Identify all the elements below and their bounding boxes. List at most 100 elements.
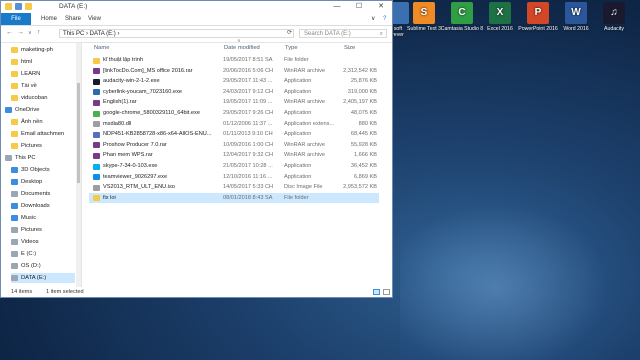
file-name: google-chrome_5800329110_64bit.exe	[103, 110, 200, 116]
file-size: 36,452 KB	[350, 163, 377, 169]
search-input[interactable]: Search DATA (E:) ⌕	[299, 29, 387, 38]
folder-icon	[93, 57, 100, 64]
up-arrow-icon[interactable]: ↑	[37, 29, 41, 36]
file-row[interactable]: NDP451-KB2858728-x86-x64-AllOS-ENU... 01/…	[89, 129, 379, 140]
file-date: 20/06/2016 5:06 CH	[223, 67, 274, 74]
nav-item[interactable]: This PC	[5, 153, 75, 163]
file-name: teamviewer_9026297.exe	[103, 173, 168, 180]
column-header-name[interactable]: Name	[94, 43, 109, 53]
drive-icon	[11, 227, 18, 233]
nav-item[interactable]: Downloads	[11, 201, 75, 211]
nav-item[interactable]: Ảnh nền	[11, 117, 75, 127]
file-size: 25,876 KB	[350, 78, 377, 85]
back-arrow-icon[interactable]: ←	[6, 29, 13, 36]
file-date: 08/01/2018 8:43 SA	[223, 194, 273, 201]
file-row[interactable]: Phan mem WPS.rar 12/04/2017 9:32 CH WinRAR…	[89, 150, 379, 161]
nav-item[interactable]: Email attachmen	[11, 129, 75, 139]
nav-item[interactable]: DATA (E:)	[11, 273, 75, 283]
folder-icon	[11, 95, 18, 101]
refresh-icon[interactable]: ⟳	[287, 29, 292, 36]
file-icon	[93, 131, 100, 138]
close-button[interactable]: ✕	[370, 1, 392, 13]
file-date: 19/05/2017 11:09 ...	[223, 99, 273, 106]
file-type: Application	[284, 110, 312, 116]
nav-item[interactable]: OneDrive	[5, 105, 75, 115]
tab-share[interactable]: Share	[65, 13, 81, 25]
file-row[interactable]: VS2013_RTM_ULT_ENU.iso 14/05/2017 5:33 CH…	[89, 182, 379, 193]
nav-item[interactable]: viducoban	[11, 93, 75, 103]
properties-icon[interactable]	[15, 3, 22, 10]
details-view-icon[interactable]	[373, 289, 380, 295]
nav-item-label: Music	[21, 215, 37, 221]
column-header-type[interactable]: Type	[285, 43, 298, 53]
nav-item[interactable]: 3D Objects	[11, 165, 75, 175]
nav-item[interactable]: Documents	[11, 189, 75, 199]
file-row[interactable]: English(1).rar 19/05/2017 11:09 ... WinRAR…	[89, 97, 379, 108]
file-name: msdia80.dll	[103, 120, 132, 127]
app-icon: ♫	[603, 2, 625, 24]
file-date: 12/10/2016 11:16 ...	[223, 173, 273, 180]
status-bar: 14 items 1 item selected	[1, 287, 392, 297]
ribbon-tabs: File Home Share View ∨ ?	[1, 13, 392, 26]
nav-item[interactable]: OS (D:)	[11, 261, 75, 271]
nav-item[interactable]: Desktop	[11, 177, 75, 187]
file-row[interactable]: fix loi 08/01/2018 8:43 SA File folder	[89, 192, 379, 204]
nav-item[interactable]: Pictures	[11, 141, 75, 151]
minimize-button[interactable]: —	[326, 1, 348, 13]
file-date: 01/12/2006 11:37 ...	[223, 120, 273, 127]
file-row[interactable]: cyberlink-youcam_7023160.exe 24/03/2017 9…	[89, 87, 379, 98]
file-date: 29/05/2017 11:43 ...	[223, 78, 273, 85]
recent-locations-icon[interactable]: ∨	[28, 30, 32, 36]
nav-item-label: OneDrive	[15, 107, 40, 113]
file-icon	[93, 142, 100, 149]
nav-item[interactable]: Tài về	[11, 81, 75, 91]
new-folder-icon[interactable]	[25, 3, 32, 10]
tab-file[interactable]: File	[1, 13, 31, 25]
folder-icon	[11, 71, 18, 77]
nav-item[interactable]: Pictures	[11, 225, 75, 235]
column-header-date[interactable]: Date modified	[224, 43, 260, 53]
file-row[interactable]: kĩ thuật lập trình 19/05/2017 8:51 SA File…	[89, 55, 379, 66]
nav-scroll-thumb[interactable]	[77, 83, 80, 183]
nav-item[interactable]: LEARN	[11, 69, 75, 79]
file-type: WinRAR archive	[284, 67, 326, 74]
tab-home[interactable]: Home	[41, 13, 57, 25]
maximize-button[interactable]: ☐	[348, 1, 370, 13]
ribbon-expand-icon[interactable]: ∨	[371, 13, 375, 25]
nav-item-label: html	[21, 59, 32, 65]
drive-icon	[11, 263, 18, 269]
location-icon	[11, 167, 18, 173]
nav-item-label: viducoban	[21, 95, 48, 101]
nav-item[interactable]: E (C:)	[11, 249, 75, 259]
column-header-size[interactable]: Size	[344, 43, 355, 53]
forward-arrow-icon[interactable]: →	[17, 29, 24, 36]
file-icon	[93, 121, 100, 128]
file-date: 01/11/2013 9:10 CH	[223, 131, 273, 138]
nav-item-label: Downloads	[21, 203, 50, 209]
folder-icon	[11, 47, 18, 53]
nav-item-label: Tài về	[21, 83, 37, 89]
file-row[interactable]: teamviewer_9026297.exe 12/10/2016 11:16 .…	[89, 172, 379, 183]
drive-icon	[5, 155, 12, 161]
file-row[interactable]: msdia80.dll 01/12/2006 11:37 ... Applicati…	[89, 119, 379, 130]
nav-item[interactable]: maketing-ph	[11, 45, 75, 55]
file-row[interactable]: [linkTocDo.Com]_MS office 2016.rar 20/06/…	[89, 66, 379, 77]
nav-scrollbar[interactable]	[76, 43, 81, 287]
file-row[interactable]: skype-7-34-0-103.exe 21/05/2017 10:28 ...…	[89, 161, 379, 172]
file-explorer-window: DATA (E:) — ☐ ✕ File Home Share View ∨ ?…	[0, 0, 393, 298]
help-icon[interactable]: ?	[383, 13, 386, 25]
desktop-shortcut[interactable]: ♫ Audacity	[592, 2, 636, 32]
file-row[interactable]: Proshow Producer 7.0.rar 10/09/2016 1:00 …	[89, 140, 379, 151]
file-row[interactable]: google-chrome_5800329110_64bit.exe 29/05/…	[89, 108, 379, 119]
app-icon: W	[565, 2, 587, 24]
nav-item[interactable]: Music	[11, 213, 75, 223]
file-row[interactable]: audacity-win-2-1-2.exe 29/05/2017 11:43 .…	[89, 76, 379, 87]
nav-item[interactable]: html	[11, 57, 75, 67]
tab-view[interactable]: View	[88, 13, 101, 25]
large-icons-view-icon[interactable]	[383, 289, 390, 295]
file-type: File folder	[284, 194, 309, 201]
nav-item[interactable]: Videos	[11, 237, 75, 247]
address-bar[interactable]: This PC › DATA (E:) ›	[59, 29, 294, 38]
app-icon: S	[413, 2, 435, 24]
file-icon	[93, 152, 100, 159]
